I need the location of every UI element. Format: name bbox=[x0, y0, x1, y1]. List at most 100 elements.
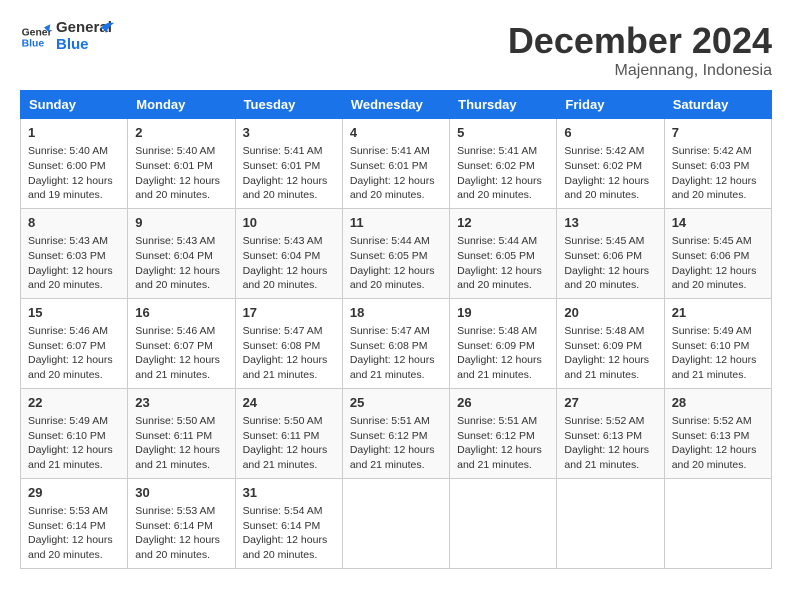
day-number: 15 bbox=[28, 304, 120, 322]
day-info: Sunrise: 5:47 AM Sunset: 6:08 PM Dayligh… bbox=[350, 324, 442, 383]
title-block: December 2024 Majennang, Indonesia bbox=[508, 20, 772, 80]
month-title: December 2024 bbox=[508, 20, 772, 62]
day-info: Sunrise: 5:52 AM Sunset: 6:13 PM Dayligh… bbox=[672, 414, 764, 473]
day-number: 31 bbox=[243, 484, 335, 502]
day-number: 8 bbox=[28, 214, 120, 232]
day-info: Sunrise: 5:51 AM Sunset: 6:12 PM Dayligh… bbox=[350, 414, 442, 473]
day-info: Sunrise: 5:46 AM Sunset: 6:07 PM Dayligh… bbox=[135, 324, 227, 383]
calendar-cell: 11Sunrise: 5:44 AM Sunset: 6:05 PM Dayli… bbox=[342, 208, 449, 298]
day-number: 6 bbox=[564, 124, 656, 142]
calendar-cell: 12 Sunrise: 5:44 AM Sunset: 6:05 PM Dayli… bbox=[450, 208, 557, 298]
day-number: 11 bbox=[350, 214, 442, 232]
calendar-cell: 14 Sunrise: 5:45 AM Sunset: 6:06 PM Dayli… bbox=[664, 208, 771, 298]
day-number: 24 bbox=[243, 394, 335, 412]
day-number: 19 bbox=[457, 304, 549, 322]
calendar-header-row: SundayMondayTuesdayWednesdayThursdayFrid… bbox=[21, 91, 772, 119]
day-info: Sunrise: 5:48 AM Sunset: 6:09 PM Dayligh… bbox=[457, 324, 549, 383]
day-number: 21 bbox=[672, 304, 764, 322]
calendar-cell: 5 Sunrise: 5:41 AM Sunset: 6:02 PM Daylig… bbox=[450, 119, 557, 209]
day-info: Sunrise: 5:40 AM Sunset: 6:00 PM Dayligh… bbox=[28, 144, 120, 203]
day-number: 4 bbox=[350, 124, 442, 142]
day-number: 12 bbox=[457, 214, 549, 232]
calendar-body: 1Sunrise: 5:40 AM Sunset: 6:00 PM Daylig… bbox=[21, 119, 772, 569]
day-info: Sunrise: 5:45 AM Sunset: 6:06 PM Dayligh… bbox=[672, 234, 764, 293]
calendar-table: SundayMondayTuesdayWednesdayThursdayFrid… bbox=[20, 90, 772, 569]
day-info: Sunrise: 5:41 AM Sunset: 6:02 PM Dayligh… bbox=[457, 144, 549, 203]
day-number: 17 bbox=[243, 304, 335, 322]
column-header-tuesday: Tuesday bbox=[235, 91, 342, 119]
logo-icon: General Blue bbox=[20, 21, 52, 53]
day-info: Sunrise: 5:50 AM Sunset: 6:11 PM Dayligh… bbox=[243, 414, 335, 473]
logo-bird-icon bbox=[86, 19, 114, 39]
page-header: General Blue General Blue December 2024 … bbox=[20, 20, 772, 80]
day-number: 25 bbox=[350, 394, 442, 412]
day-number: 23 bbox=[135, 394, 227, 412]
day-info: Sunrise: 5:45 AM Sunset: 6:06 PM Dayligh… bbox=[564, 234, 656, 293]
calendar-cell bbox=[450, 478, 557, 568]
day-number: 7 bbox=[672, 124, 764, 142]
day-number: 29 bbox=[28, 484, 120, 502]
calendar-cell: 17 Sunrise: 5:47 AM Sunset: 6:08 PM Dayli… bbox=[235, 298, 342, 388]
day-number: 22 bbox=[28, 394, 120, 412]
day-number: 16 bbox=[135, 304, 227, 322]
calendar-cell: 19 Sunrise: 5:48 AM Sunset: 6:09 PM Dayli… bbox=[450, 298, 557, 388]
day-info: Sunrise: 5:43 AM Sunset: 6:04 PM Dayligh… bbox=[243, 234, 335, 293]
logo: General Blue General Blue bbox=[20, 20, 114, 53]
day-number: 26 bbox=[457, 394, 549, 412]
calendar-cell: 18 Sunrise: 5:47 AM Sunset: 6:08 PM Dayli… bbox=[342, 298, 449, 388]
calendar-cell: 7 Sunrise: 5:42 AM Sunset: 6:03 PM Daylig… bbox=[664, 119, 771, 209]
day-number: 28 bbox=[672, 394, 764, 412]
calendar-cell: 24 Sunrise: 5:50 AM Sunset: 6:11 PM Dayli… bbox=[235, 388, 342, 478]
calendar-cell: 23 Sunrise: 5:50 AM Sunset: 6:11 PM Dayli… bbox=[128, 388, 235, 478]
day-info: Sunrise: 5:43 AM Sunset: 6:04 PM Dayligh… bbox=[135, 234, 227, 293]
day-number: 5 bbox=[457, 124, 549, 142]
day-number: 2 bbox=[135, 124, 227, 142]
calendar-cell: 21Sunrise: 5:49 AM Sunset: 6:10 PM Dayli… bbox=[664, 298, 771, 388]
day-number: 30 bbox=[135, 484, 227, 502]
calendar-cell: 15 Sunrise: 5:46 AM Sunset: 6:07 PM Dayli… bbox=[21, 298, 128, 388]
day-info: Sunrise: 5:46 AM Sunset: 6:07 PM Dayligh… bbox=[28, 324, 120, 383]
day-info: Sunrise: 5:41 AM Sunset: 6:01 PM Dayligh… bbox=[243, 144, 335, 203]
column-header-sunday: Sunday bbox=[21, 91, 128, 119]
calendar-cell: 3 Sunrise: 5:41 AM Sunset: 6:01 PM Daylig… bbox=[235, 119, 342, 209]
day-info: Sunrise: 5:51 AM Sunset: 6:12 PM Dayligh… bbox=[457, 414, 549, 473]
calendar-cell bbox=[342, 478, 449, 568]
location-subtitle: Majennang, Indonesia bbox=[508, 62, 772, 80]
calendar-cell: 8Sunrise: 5:43 AM Sunset: 6:03 PM Daylig… bbox=[21, 208, 128, 298]
calendar-week-row: 29 Sunrise: 5:53 AM Sunset: 6:14 PM Dayli… bbox=[21, 478, 772, 568]
day-info: Sunrise: 5:49 AM Sunset: 6:10 PM Dayligh… bbox=[28, 414, 120, 473]
day-number: 14 bbox=[672, 214, 764, 232]
day-info: Sunrise: 5:53 AM Sunset: 6:14 PM Dayligh… bbox=[135, 504, 227, 563]
calendar-cell: 13 Sunrise: 5:45 AM Sunset: 6:06 PM Dayli… bbox=[557, 208, 664, 298]
calendar-cell: 16 Sunrise: 5:46 AM Sunset: 6:07 PM Dayli… bbox=[128, 298, 235, 388]
day-number: 27 bbox=[564, 394, 656, 412]
calendar-cell: 20Sunrise: 5:48 AM Sunset: 6:09 PM Dayli… bbox=[557, 298, 664, 388]
calendar-cell: 29Sunrise: 5:53 AM Sunset: 6:14 PM Dayli… bbox=[21, 478, 128, 568]
day-info: Sunrise: 5:44 AM Sunset: 6:05 PM Dayligh… bbox=[457, 234, 549, 293]
calendar-cell: 9 Sunrise: 5:43 AM Sunset: 6:04 PM Daylig… bbox=[128, 208, 235, 298]
calendar-cell bbox=[664, 478, 771, 568]
day-info: Sunrise: 5:40 AM Sunset: 6:01 PM Dayligh… bbox=[135, 144, 227, 203]
day-number: 13 bbox=[564, 214, 656, 232]
day-info: Sunrise: 5:48 AM Sunset: 6:09 PM Dayligh… bbox=[564, 324, 656, 383]
calendar-cell: 27Sunrise: 5:52 AM Sunset: 6:13 PM Dayli… bbox=[557, 388, 664, 478]
day-number: 9 bbox=[135, 214, 227, 232]
calendar-cell: 10Sunrise: 5:43 AM Sunset: 6:04 PM Dayli… bbox=[235, 208, 342, 298]
column-header-wednesday: Wednesday bbox=[342, 91, 449, 119]
day-info: Sunrise: 5:41 AM Sunset: 6:01 PM Dayligh… bbox=[350, 144, 442, 203]
day-info: Sunrise: 5:42 AM Sunset: 6:03 PM Dayligh… bbox=[672, 144, 764, 203]
calendar-cell: 22 Sunrise: 5:49 AM Sunset: 6:10 PM Dayli… bbox=[21, 388, 128, 478]
day-info: Sunrise: 5:50 AM Sunset: 6:11 PM Dayligh… bbox=[135, 414, 227, 473]
calendar-cell: 25 Sunrise: 5:51 AM Sunset: 6:12 PM Dayli… bbox=[342, 388, 449, 478]
day-number: 3 bbox=[243, 124, 335, 142]
calendar-cell: 4 Sunrise: 5:41 AM Sunset: 6:01 PM Daylig… bbox=[342, 119, 449, 209]
calendar-cell: 2 Sunrise: 5:40 AM Sunset: 6:01 PM Daylig… bbox=[128, 119, 235, 209]
day-number: 18 bbox=[350, 304, 442, 322]
calendar-cell: 6Sunrise: 5:42 AM Sunset: 6:02 PM Daylig… bbox=[557, 119, 664, 209]
day-info: Sunrise: 5:47 AM Sunset: 6:08 PM Dayligh… bbox=[243, 324, 335, 383]
calendar-cell: 26 Sunrise: 5:51 AM Sunset: 6:12 PM Dayli… bbox=[450, 388, 557, 478]
calendar-cell: 30 Sunrise: 5:53 AM Sunset: 6:14 PM Dayli… bbox=[128, 478, 235, 568]
calendar-week-row: 15 Sunrise: 5:46 AM Sunset: 6:07 PM Dayli… bbox=[21, 298, 772, 388]
column-header-monday: Monday bbox=[128, 91, 235, 119]
calendar-cell: 1Sunrise: 5:40 AM Sunset: 6:00 PM Daylig… bbox=[21, 119, 128, 209]
